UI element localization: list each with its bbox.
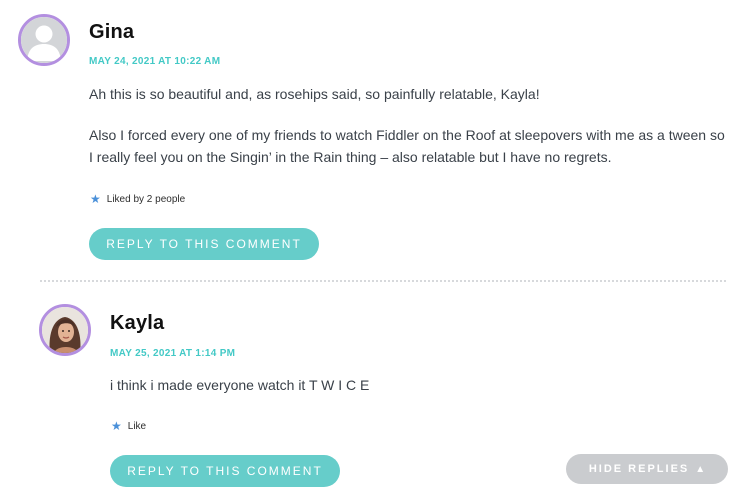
like-button[interactable]: ★ Like [111,419,146,433]
comment-date-link[interactable]: MAY 24, 2021 AT 10:22 AM [89,56,220,67]
comment-author[interactable]: Gina [89,21,134,44]
comment-divider [40,280,726,282]
hide-replies-button[interactable]: HIDE REPLIES ▲ [566,454,728,484]
hide-replies-label: HIDE REPLIES [588,463,690,475]
user-photo-avatar-icon [42,307,88,353]
reply-button[interactable]: REPLY TO THIS COMMENT [89,228,319,260]
comment-text: i think i made everyone watch it T W I C… [110,377,370,393]
like-label: Liked by 2 people [106,193,186,205]
default-user-avatar-icon [21,17,67,63]
comment-text: Also I forced every one of my friends to… [89,127,725,165]
comment-text: Ah this is so beautiful and, as rosehips… [89,86,540,102]
star-icon: ★ [90,192,101,206]
like-label: Like [127,420,147,432]
avatar[interactable] [39,304,91,356]
star-icon: ★ [111,419,122,433]
comment-date-link[interactable]: MAY 25, 2021 AT 1:14 PM [110,348,235,359]
reply-button[interactable]: REPLY TO THIS COMMENT [110,455,340,487]
triangle-up-icon: ▲ [695,463,706,475]
avatar[interactable] [18,14,70,66]
comment-author[interactable]: Kayla [110,312,164,335]
comment-gina: Gina MAY 24, 2021 AT 10:22 AM Ah this is… [0,0,744,280]
like-status[interactable]: ★ Liked by 2 people [90,192,185,206]
